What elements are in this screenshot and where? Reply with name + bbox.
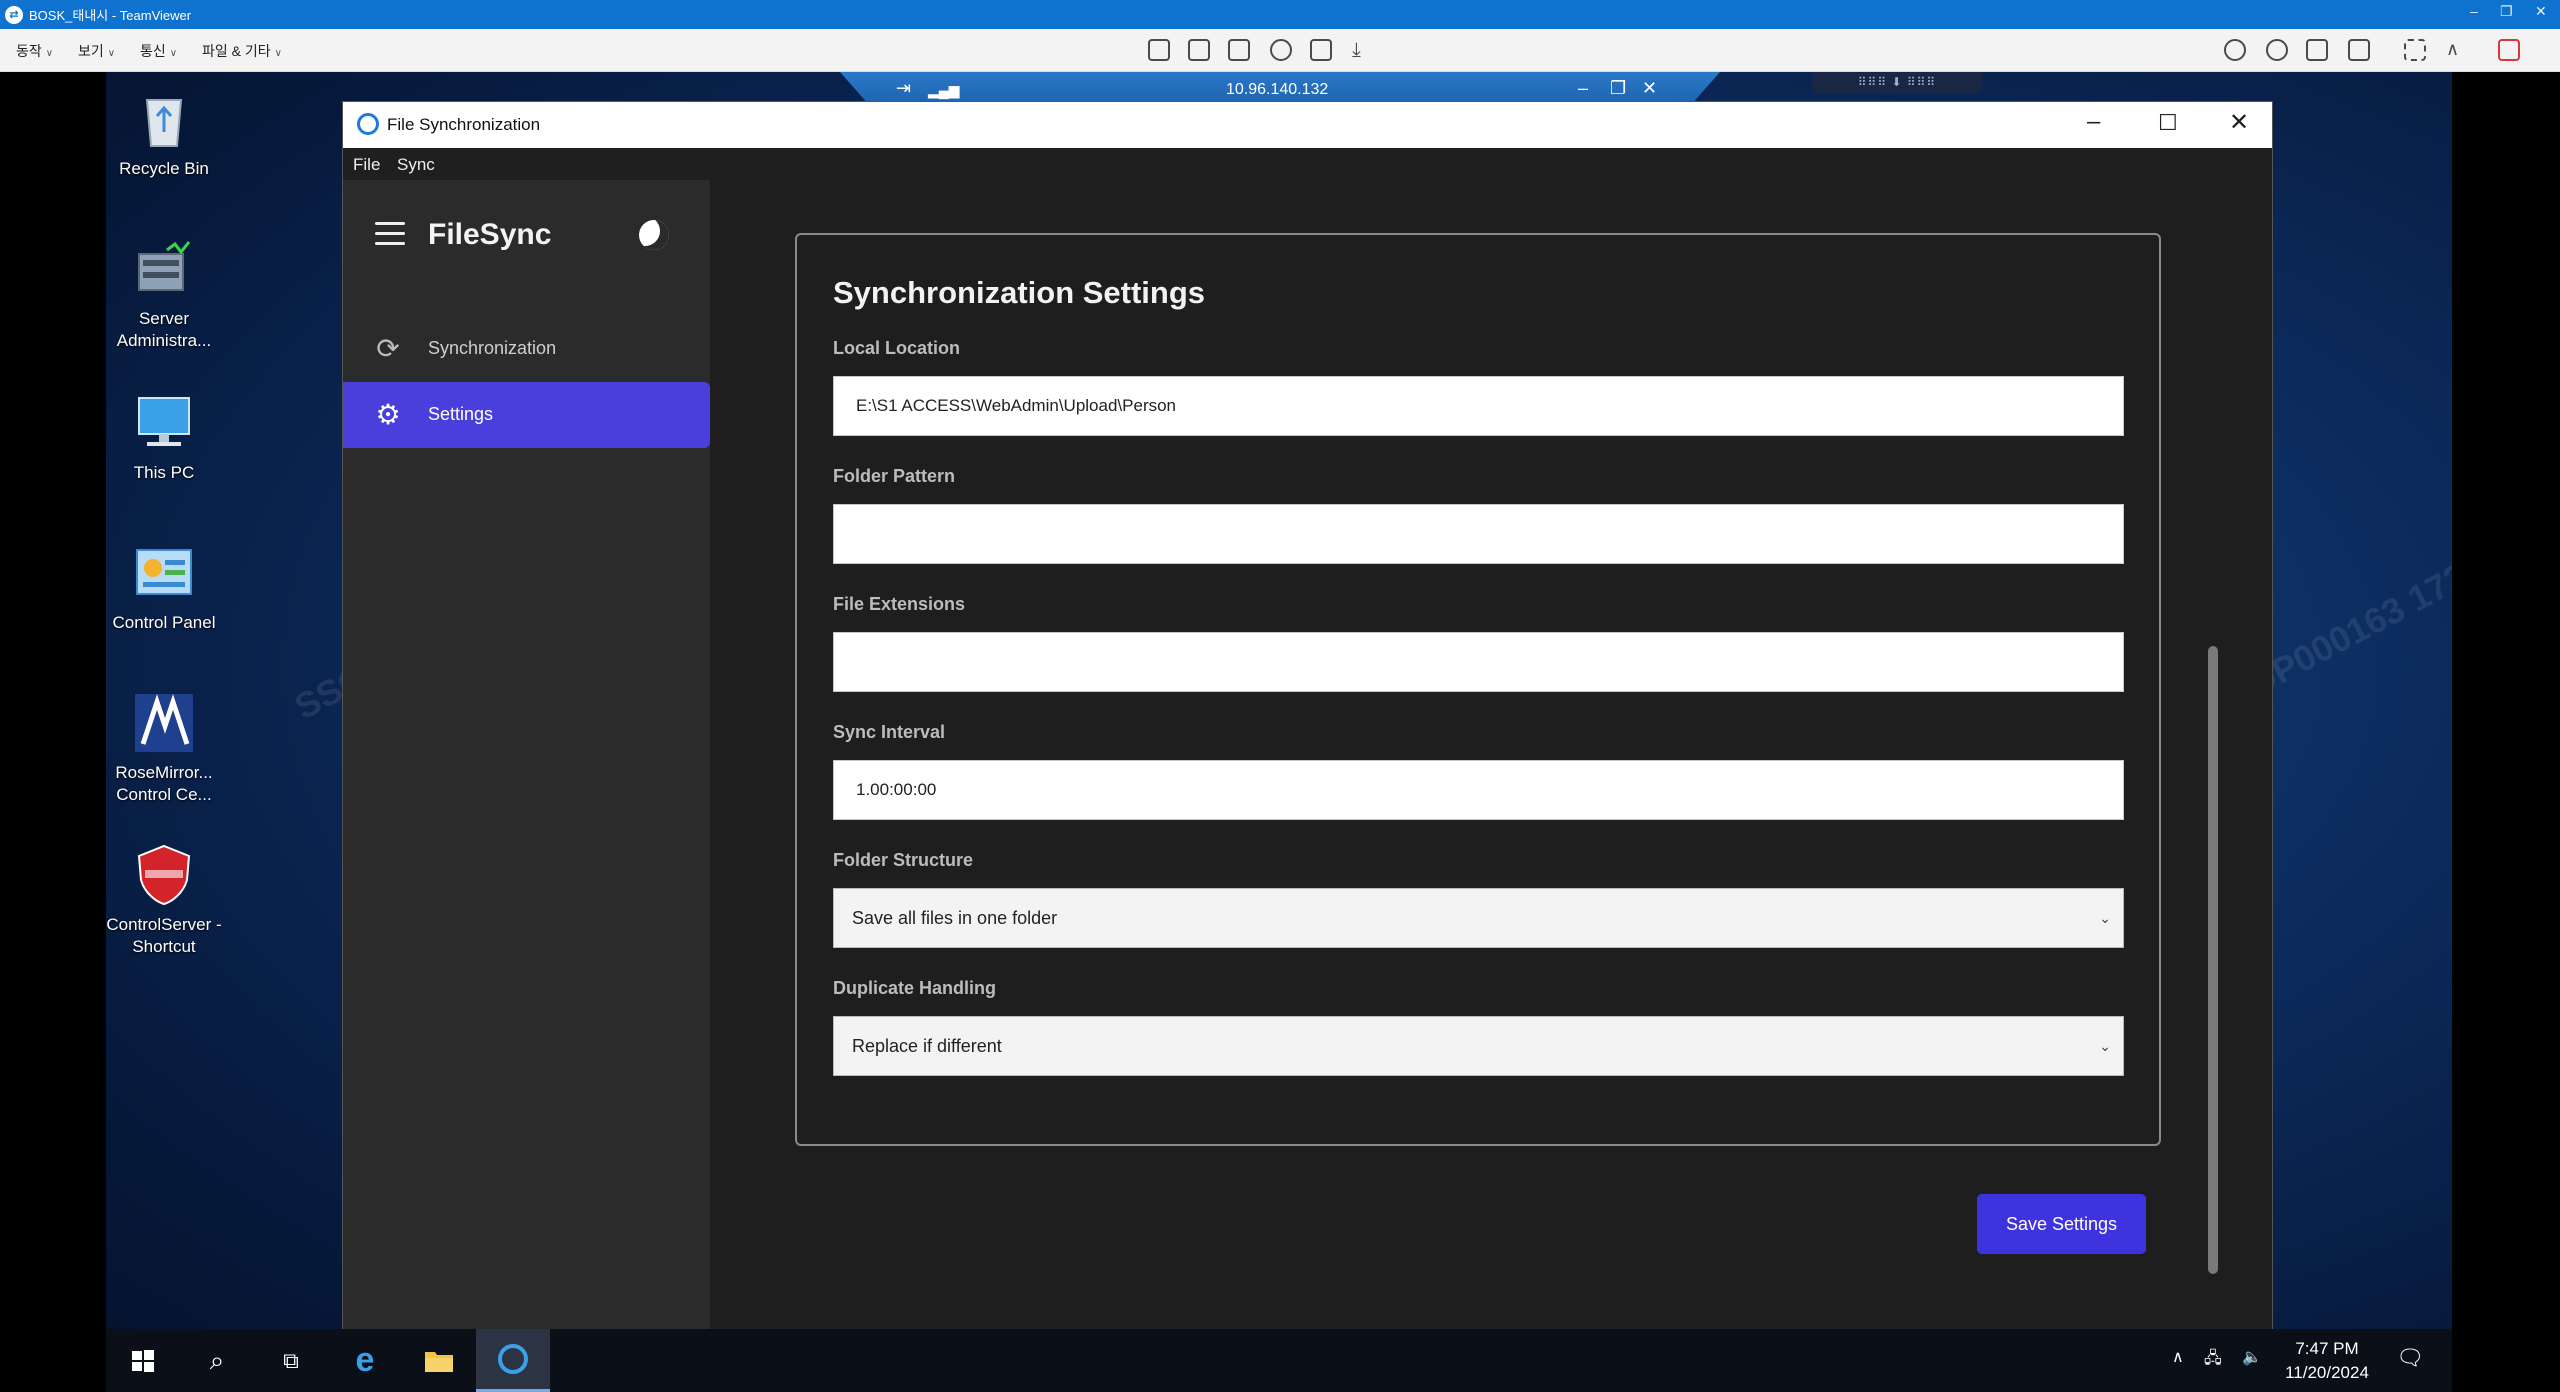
- fullscreen-icon[interactable]: [2404, 39, 2426, 61]
- save-settings-button[interactable]: Save Settings: [1977, 1194, 2146, 1254]
- file-explorer-icon[interactable]: [402, 1329, 476, 1392]
- file-extensions-label: File Extensions: [833, 594, 966, 614]
- teamviewer-logo-icon: ⇄: [5, 5, 23, 24]
- dark-mode-toggle-icon[interactable]: [639, 220, 669, 250]
- clock-date: 11/20/2024: [2285, 1363, 2369, 1382]
- settings-icon[interactable]: [1270, 39, 1292, 61]
- left-letterbox: [0, 72, 106, 1392]
- local-location-label: Local Location: [833, 338, 961, 358]
- main-content: Synchronization Settings Local Location …: [710, 180, 2272, 1330]
- desktop-icon-controlserver[interactable]: ControlServer - Shortcut: [94, 842, 234, 958]
- network-icon[interactable]: 🖧: [2204, 1347, 2222, 1374]
- volume-muted-icon[interactable]: 🔈: [2242, 1347, 2262, 1367]
- hamburger-menu-icon[interactable]: [375, 222, 405, 246]
- chevron-down-icon: ⌄: [2099, 910, 2111, 926]
- signal-icon: ▂▄▆: [928, 82, 960, 98]
- folder-pattern-input[interactable]: [833, 504, 2124, 564]
- menu-files-extras[interactable]: 파일 & 기타 ∨: [202, 41, 282, 61]
- filesync-taskbar-icon[interactable]: [476, 1329, 550, 1392]
- desktop-icon-server-admin[interactable]: Server Administra...: [94, 236, 234, 352]
- pin-icon[interactable]: ⇥: [896, 78, 911, 99]
- connection-ip: 10.96.140.132: [1226, 81, 1329, 98]
- scrollbar[interactable]: [2208, 646, 2218, 1274]
- sidebar-item-settings[interactable]: ⚙ Settings: [343, 382, 710, 448]
- clock-time: 7:47 PM: [2295, 1339, 2359, 1358]
- windows-icon: [132, 1349, 154, 1372]
- desktop-icon-rosemirror[interactable]: RoseMirror... Control Ce...: [94, 690, 234, 806]
- teamviewer-titlebar: ⇄ BOSK_태내시 - TeamViewer – ❐ ✕: [0, 0, 2560, 29]
- menu-communicate[interactable]: 통신 ∨: [140, 41, 177, 61]
- menu-view[interactable]: 보기 ∨: [78, 41, 115, 61]
- chevron-down-icon: ⌄: [2099, 1038, 2111, 1054]
- gear-icon: ⚙: [375, 399, 401, 430]
- minimize-icon[interactable]: –: [1578, 78, 1588, 99]
- server-icon: [131, 236, 197, 302]
- folder-structure-label: Folder Structure: [833, 850, 974, 870]
- duplicate-handling-select[interactable]: Replace if different ⌄: [833, 1016, 2124, 1076]
- window-menubar: File Sync: [343, 148, 2272, 180]
- remote-dots-bar[interactable]: ⠿⠿⠿ ⬇ ⠿⠿⠿: [1812, 72, 1982, 94]
- taskbar: ⌕ ⧉ e ∧ 🖧 🔈 7:47 PM 11/20/2024 🗨: [106, 1329, 2452, 1392]
- window-close-icon[interactable]: ✕: [2229, 108, 2249, 137]
- desktop-icon-this-pc[interactable]: This PC: [94, 390, 234, 484]
- phone-icon[interactable]: [2266, 39, 2288, 61]
- right-letterbox: [2452, 72, 2560, 1392]
- settings-card: Synchronization Settings Local Location …: [795, 233, 2161, 1146]
- lock-icon[interactable]: [1228, 39, 1250, 61]
- disconnect-icon[interactable]: [2498, 39, 2520, 61]
- window-maximize-icon[interactable]: ☐: [2158, 110, 2178, 136]
- window-title: File Synchronization: [387, 115, 541, 134]
- chat-icon[interactable]: [2224, 39, 2246, 61]
- chevron-up-icon[interactable]: ∧: [2172, 1347, 2184, 1367]
- teamviewer-title: BOSK_태내시 - TeamViewer: [29, 8, 192, 23]
- sync-interval-input[interactable]: [833, 760, 2124, 820]
- teamviewer-toolbar: 동작 ∨ 보기 ∨ 통신 ∨ 파일 & 기타 ∨ ⤓ ∧: [0, 29, 2560, 72]
- sidebar-item-synchronization[interactable]: ⟳ Synchronization: [343, 316, 710, 382]
- sync-icon: ⟳: [376, 333, 400, 364]
- folder-structure-select[interactable]: Save all files in one folder ⌄: [833, 888, 2124, 948]
- restore-icon[interactable]: ❐: [2500, 3, 2513, 20]
- window-minimize-icon[interactable]: –: [2087, 108, 2100, 136]
- menu-action[interactable]: 동작 ∨: [16, 41, 53, 61]
- menu-file[interactable]: File: [353, 155, 380, 175]
- keyboard-icon[interactable]: [1188, 39, 1210, 61]
- close-icon[interactable]: ✕: [2535, 3, 2547, 20]
- desktop-icon-recycle-bin[interactable]: Recycle Bin: [94, 86, 234, 180]
- screen-icon[interactable]: [1310, 39, 1332, 61]
- restore-icon[interactable]: ❐: [1610, 78, 1626, 99]
- file-sync-window: File Synchronization – ☐ ✕ File Sync Fil…: [342, 101, 2273, 1330]
- duplicate-handling-label: Duplicate Handling: [833, 978, 997, 998]
- internet-explorer-icon[interactable]: e: [328, 1329, 402, 1392]
- control-panel-icon: [131, 540, 197, 606]
- folder-pattern-label: Folder Pattern: [833, 466, 956, 486]
- menu-sync[interactable]: Sync: [397, 155, 435, 175]
- recycle-bin-icon: [131, 86, 197, 152]
- window-titlebar: File Synchronization – ☐ ✕: [343, 102, 2272, 148]
- sidebar: FileSync ⟳ Synchronization ⚙ Settings: [343, 180, 710, 1330]
- chart-icon[interactable]: [1148, 39, 1170, 61]
- desktop-icon-control-panel[interactable]: Control Panel: [94, 540, 234, 634]
- search-icon[interactable]: ⌕: [180, 1329, 254, 1392]
- chevron-up-icon[interactable]: ∧: [2446, 39, 2468, 61]
- settings-heading: Synchronization Settings: [833, 275, 1206, 310]
- file-transfer-icon[interactable]: [2306, 39, 2328, 61]
- start-button[interactable]: [106, 1329, 180, 1392]
- minimize-icon[interactable]: –: [2470, 3, 2478, 19]
- shield-icon: [131, 842, 197, 908]
- close-icon[interactable]: ✕: [1642, 78, 1657, 99]
- brand-title: FileSync: [428, 218, 552, 251]
- taskbar-clock[interactable]: 7:47 PM 11/20/2024: [2272, 1337, 2382, 1385]
- filesync-app-icon: [357, 113, 379, 135]
- download-icon[interactable]: ⤓: [1352, 39, 1374, 61]
- rosemirror-icon: [131, 690, 197, 756]
- notification-icon[interactable]: 🗨: [2396, 1345, 2424, 1371]
- file-extensions-input[interactable]: [833, 632, 2124, 692]
- task-view-icon[interactable]: ⧉: [254, 1329, 328, 1392]
- local-location-input[interactable]: [833, 376, 2124, 436]
- screenshot-icon[interactable]: [2348, 39, 2370, 61]
- sync-interval-label: Sync Interval: [833, 722, 946, 742]
- computer-icon: [131, 390, 197, 456]
